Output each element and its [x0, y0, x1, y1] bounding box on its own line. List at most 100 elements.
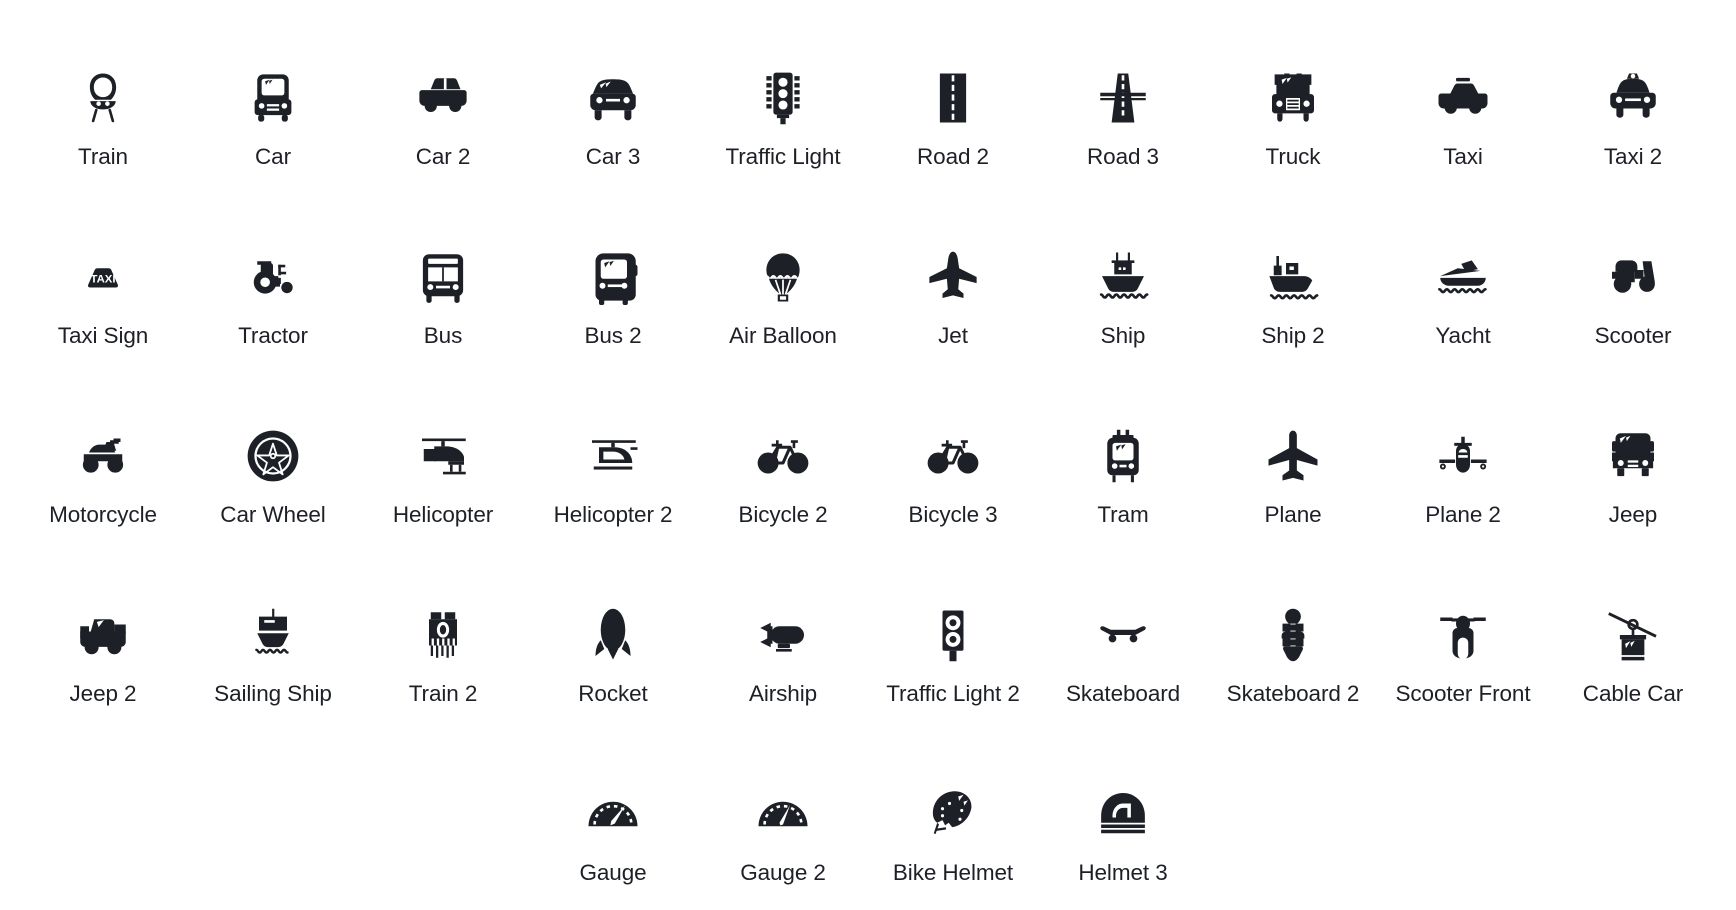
icon-tile-rocket[interactable]: Rocket — [528, 536, 698, 715]
traffic-light-2-icon — [922, 604, 984, 666]
icon-tile-motorcycle[interactable]: Motorcycle — [18, 357, 188, 536]
icon-tile-road-3[interactable]: Road 3 — [1038, 0, 1208, 178]
icon-label: Cable Car — [1582, 681, 1684, 707]
bicycle-2-icon — [752, 425, 814, 487]
icon-tile-jeep[interactable]: Jeep — [1548, 357, 1718, 536]
air-balloon-icon — [752, 246, 814, 308]
icon-label: Skateboard 2 — [1226, 681, 1360, 707]
icon-tile-tractor[interactable]: Tractor — [188, 178, 358, 357]
icon-label: Bus 2 — [584, 323, 642, 349]
icon-label: Car 3 — [585, 144, 641, 170]
icon-tile-skateboard[interactable]: Skateboard — [1038, 536, 1208, 715]
icon-tile-sailing-ship[interactable]: Sailing Ship — [188, 536, 358, 715]
icon-tile-gauge-2[interactable]: Gauge 2 — [698, 715, 868, 894]
yacht-icon — [1432, 246, 1494, 308]
icon-tile-scooter-front[interactable]: Scooter Front — [1378, 536, 1548, 715]
icon-label: Traffic Light 2 — [886, 681, 1020, 707]
icon-tile-car[interactable]: Car — [188, 0, 358, 178]
icon-tile-plane[interactable]: Plane — [1208, 357, 1378, 536]
icon-tile-train[interactable]: Train — [18, 0, 188, 178]
icon-tile-traffic-light-2[interactable]: Traffic Light 2 — [868, 536, 1038, 715]
icon-tile-air-balloon[interactable]: Air Balloon — [698, 178, 868, 357]
train-2-icon — [412, 604, 474, 666]
jet-icon — [922, 246, 984, 308]
icon-tile-bicycle-2[interactable]: Bicycle 2 — [698, 357, 868, 536]
icon-tile-jeep-2[interactable]: Jeep 2 — [18, 536, 188, 715]
icon-tile-car-wheel[interactable]: Car Wheel — [188, 357, 358, 536]
ship-icon — [1092, 246, 1154, 308]
icon-tile-train-2[interactable]: Train 2 — [358, 536, 528, 715]
plane-icon — [1262, 425, 1324, 487]
bus-2-icon — [582, 246, 644, 308]
icon-tile-taxi[interactable]: Taxi — [1378, 0, 1548, 178]
ship-2-icon — [1262, 246, 1324, 308]
icon-tile-plane-2[interactable]: Plane 2 — [1378, 357, 1548, 536]
icon-tile-ship[interactable]: Ship — [1038, 178, 1208, 357]
icon-label: Bike Helmet — [892, 860, 1014, 886]
icon-label: Train 2 — [408, 681, 478, 707]
icon-tile-road-2[interactable]: Road 2 — [868, 0, 1038, 178]
tram-icon — [1092, 425, 1154, 487]
icon-tile-truck[interactable]: Truck — [1208, 0, 1378, 178]
icon-label: Jeep — [1608, 502, 1658, 528]
icon-row: Train Car Car 2 Car 3 Traffic Light Road 2 Roa… — [18, 0, 1718, 178]
icon-label: Helicopter 2 — [553, 502, 673, 528]
icon-row: Gauge Gauge 2 Bike Helmet Helmet 3 — [18, 715, 1718, 894]
taxi-sign-icon — [72, 246, 134, 308]
icon-tile-helmet-3[interactable]: Helmet 3 — [1038, 715, 1208, 894]
icon-label: Tractor — [238, 323, 308, 349]
bike-helmet-icon — [922, 783, 984, 845]
car-icon — [242, 67, 304, 129]
icon-tile-skateboard-2[interactable]: Skateboard 2 — [1208, 536, 1378, 715]
icon-row: Motorcycle Car Wheel Helicopter Helicopter … — [18, 357, 1718, 536]
icon-tile-traffic-light[interactable]: Traffic Light — [698, 0, 868, 178]
icon-label: Road 2 — [917, 144, 989, 170]
truck-icon — [1262, 67, 1324, 129]
icon-tile-helicopter[interactable]: Helicopter — [358, 357, 528, 536]
icon-tile-cable-car[interactable]: Cable Car — [1548, 536, 1718, 715]
icon-label: Train — [78, 144, 128, 170]
icon-tile-bike-helmet[interactable]: Bike Helmet — [868, 715, 1038, 894]
icon-row: Taxi Sign Tractor Bus Bus 2 Air Balloon Jet Sh… — [18, 178, 1718, 357]
icon-label: Jet — [938, 323, 968, 349]
icon-label: Car Wheel — [220, 502, 326, 528]
icon-tile-taxi-sign[interactable]: Taxi Sign — [18, 178, 188, 357]
icon-tile-car-2[interactable]: Car 2 — [358, 0, 528, 178]
icon-label: Plane 2 — [1425, 502, 1501, 528]
icon-label: Scooter Front — [1395, 681, 1531, 707]
skateboard-2-icon — [1262, 604, 1324, 666]
icon-label: Gauge 2 — [740, 860, 826, 886]
icon-label: Ship — [1100, 323, 1146, 349]
icon-tile-jet[interactable]: Jet — [868, 178, 1038, 357]
bus-icon — [412, 246, 474, 308]
icon-tile-ship-2[interactable]: Ship 2 — [1208, 178, 1378, 357]
icon-tile-taxi-2[interactable]: Taxi 2 — [1548, 0, 1718, 178]
icon-label: Car — [255, 144, 291, 170]
icon-label: Yacht — [1435, 323, 1491, 349]
icon-tile-gauge[interactable]: Gauge — [528, 715, 698, 894]
icon-tile-car-3[interactable]: Car 3 — [528, 0, 698, 178]
helmet-3-icon — [1092, 783, 1154, 845]
icon-label: Road 3 — [1087, 144, 1159, 170]
rocket-icon — [582, 604, 644, 666]
icon-tile-helicopter-2[interactable]: Helicopter 2 — [528, 357, 698, 536]
icon-label: Jeep 2 — [69, 681, 137, 707]
icon-row: Jeep 2 Sailing Ship Train 2 Rocket Airship Tr… — [18, 536, 1718, 715]
car-wheel-icon — [242, 425, 304, 487]
icon-label: Taxi Sign — [57, 323, 149, 349]
icon-tile-airship[interactable]: Airship — [698, 536, 868, 715]
icon-tile-bus-2[interactable]: Bus 2 — [528, 178, 698, 357]
jeep-icon — [1602, 425, 1664, 487]
icon-label: Sailing Ship — [214, 681, 332, 707]
icon-label: Helmet 3 — [1078, 860, 1168, 886]
icon-tile-bus[interactable]: Bus — [358, 178, 528, 357]
sailing-ship-icon — [242, 604, 304, 666]
icon-tile-bicycle-3[interactable]: Bicycle 3 — [868, 357, 1038, 536]
icon-tile-scooter[interactable]: Scooter — [1548, 178, 1718, 357]
icon-tile-tram[interactable]: Tram — [1038, 357, 1208, 536]
plane-2-icon — [1432, 425, 1494, 487]
traffic-light-icon — [752, 67, 814, 129]
icon-label: Bicycle 2 — [738, 502, 828, 528]
icon-label: Plane — [1264, 502, 1322, 528]
icon-tile-yacht[interactable]: Yacht — [1378, 178, 1548, 357]
